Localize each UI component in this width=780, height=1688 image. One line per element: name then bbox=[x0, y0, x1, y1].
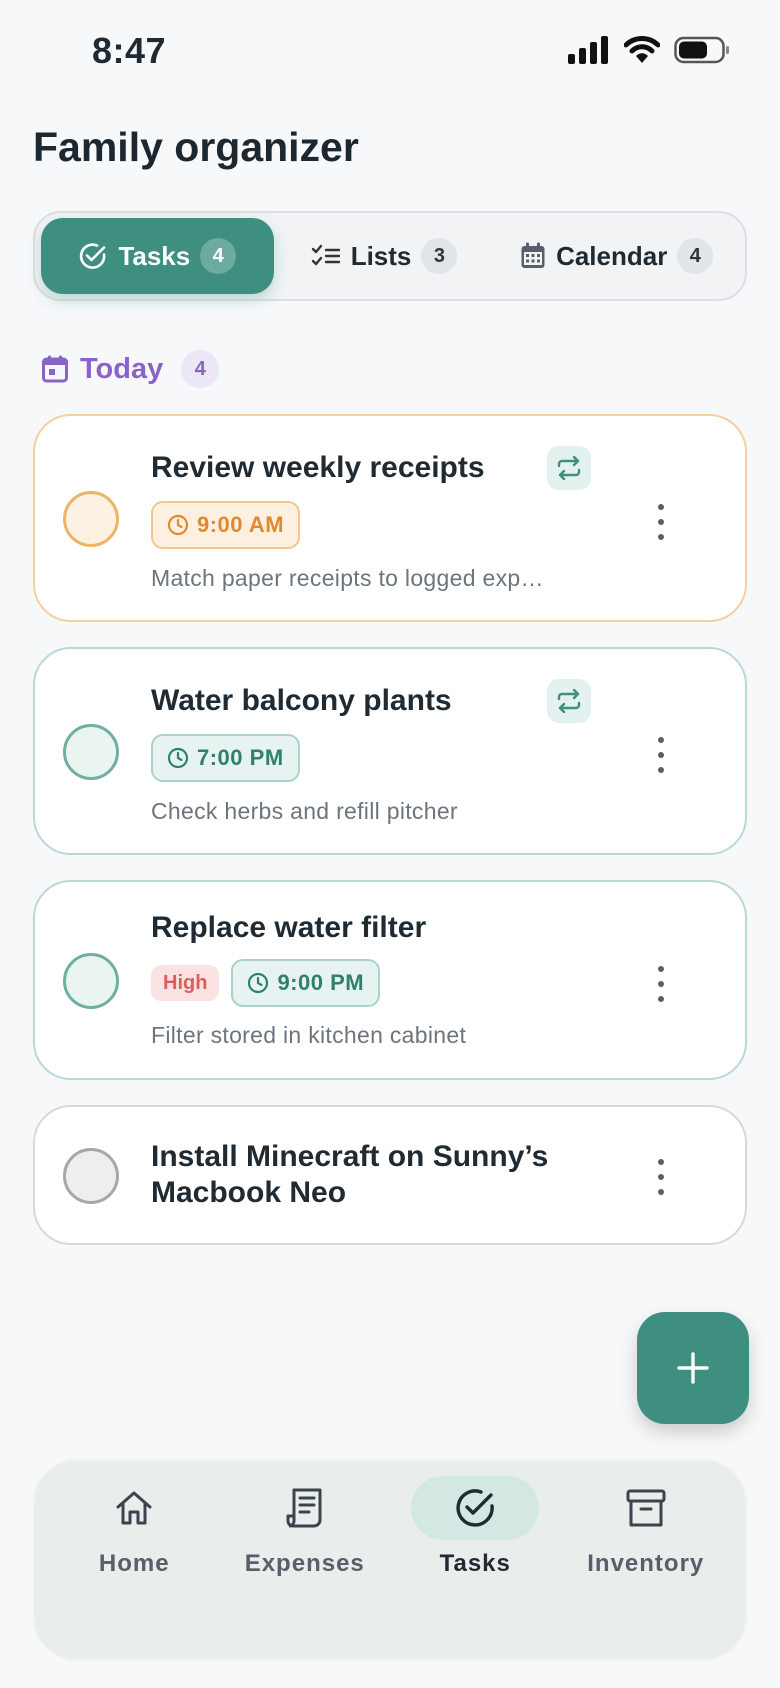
wifi-icon bbox=[624, 36, 660, 63]
repeat-badge bbox=[547, 446, 591, 490]
segment-calendar-label: Calendar bbox=[556, 240, 668, 271]
repeat-icon bbox=[557, 456, 581, 480]
check-circle-icon bbox=[80, 243, 106, 269]
task-card[interactable]: Review weekly receipts 9:00 AM Match pap… bbox=[33, 414, 747, 622]
task-note: Check herbs and refill pitcher bbox=[151, 798, 458, 824]
task-checkbox[interactable] bbox=[63, 491, 119, 547]
segment-lists-count: 3 bbox=[421, 238, 458, 274]
segment-calendar-count: 4 bbox=[677, 238, 714, 274]
home-icon bbox=[116, 1491, 152, 1525]
calendar-icon bbox=[521, 242, 545, 268]
receipt-icon bbox=[286, 1488, 322, 1528]
task-tags: 7:00 PM bbox=[151, 734, 300, 782]
repeat-badge bbox=[547, 679, 591, 723]
clock-icon bbox=[248, 972, 269, 994]
time-chip-label: 9:00 PM bbox=[277, 970, 365, 995]
tab-icon-wrap bbox=[241, 1476, 369, 1540]
section-header-today: Today 4 bbox=[42, 350, 220, 388]
tab-label: Tasks bbox=[439, 1550, 511, 1577]
task-title: Replace water filter bbox=[151, 911, 427, 944]
task-title: Install Minecraft on Sunny’s Macbook Neo bbox=[151, 1139, 548, 1211]
task-note: Match paper receipts to logged exp… bbox=[151, 565, 544, 591]
task-card[interactable]: Install Minecraft on Sunny’s Macbook Neo bbox=[33, 1105, 747, 1245]
task-checkbox[interactable] bbox=[63, 1148, 119, 1204]
task-tags: 9:00 AM bbox=[151, 501, 301, 549]
segment-tasks[interactable]: Tasks 4 bbox=[41, 218, 274, 294]
archive-box-icon bbox=[626, 1489, 666, 1527]
tab-label: Home bbox=[98, 1550, 170, 1577]
battery-icon bbox=[674, 36, 729, 64]
tab-expenses[interactable]: Expenses bbox=[225, 1461, 385, 1659]
segment-tasks-count: 4 bbox=[200, 238, 237, 274]
task-title: Water balcony plants bbox=[151, 684, 452, 717]
tab-home[interactable]: Home bbox=[54, 1461, 214, 1659]
add-task-button[interactable] bbox=[637, 1312, 749, 1424]
task-title-line: Macbook Neo bbox=[151, 1176, 347, 1209]
segment-lists-label: Lists bbox=[350, 240, 412, 271]
status-bar: 8:47 bbox=[0, 0, 780, 104]
time-chip-label: 7:00 PM bbox=[197, 745, 284, 770]
time-chip: 7:00 PM bbox=[151, 734, 300, 782]
time-chip: 9:00 PM bbox=[231, 959, 381, 1007]
task-title-line: Install Minecraft on Sunny’s bbox=[151, 1140, 549, 1173]
time-chip-label: 9:00 AM bbox=[197, 512, 285, 537]
tab-label: Inventory bbox=[587, 1550, 705, 1577]
task-checkbox[interactable] bbox=[63, 953, 119, 1009]
status-time: 8:47 bbox=[92, 30, 167, 71]
priority-badge: High bbox=[151, 965, 220, 1001]
task-card[interactable]: Water balcony plants 7:00 PM Check herbs… bbox=[33, 647, 747, 855]
time-chip: 9:00 AM bbox=[151, 501, 301, 549]
tab-icon-wrap bbox=[411, 1476, 540, 1540]
tab-tasks[interactable]: Tasks bbox=[395, 1461, 555, 1659]
checklist-icon bbox=[311, 244, 340, 266]
tab-inventory[interactable]: Inventory bbox=[566, 1461, 726, 1659]
cellular-signal-icon bbox=[568, 36, 608, 64]
segment-tasks-label: Tasks bbox=[118, 240, 191, 271]
task-title: Review weekly receipts bbox=[151, 451, 485, 484]
segment-calendar[interactable]: Calendar 4 bbox=[494, 218, 739, 294]
task-tags: High 9:00 PM bbox=[151, 959, 381, 1007]
task-note: Filter stored in kitchen cabinet bbox=[151, 1022, 467, 1048]
repeat-icon bbox=[557, 689, 581, 713]
tab-label: Expenses bbox=[244, 1550, 365, 1577]
bottom-tab-bar: Home Expenses Tasks Inventory bbox=[33, 1459, 747, 1661]
plus-icon bbox=[677, 1352, 709, 1384]
tab-icon-wrap bbox=[582, 1476, 710, 1540]
task-checkbox[interactable] bbox=[63, 724, 119, 780]
more-options-icon[interactable] bbox=[649, 737, 673, 773]
section-count: 4 bbox=[181, 350, 220, 388]
more-options-icon[interactable] bbox=[649, 966, 673, 1002]
page-title: Family organizer bbox=[33, 124, 359, 170]
segment-lists[interactable]: Lists 3 bbox=[274, 218, 495, 294]
calendar-icon bbox=[42, 355, 68, 383]
clock-icon bbox=[167, 514, 189, 536]
check-circle-icon bbox=[456, 1489, 495, 1527]
task-card[interactable]: Replace water filter High 9:00 PM Filter… bbox=[33, 880, 747, 1080]
section-label: Today bbox=[80, 352, 164, 385]
status-icons bbox=[568, 36, 730, 64]
more-options-icon[interactable] bbox=[649, 504, 673, 540]
clock-icon bbox=[167, 747, 189, 769]
more-options-icon[interactable] bbox=[649, 1159, 673, 1195]
tab-icon-wrap bbox=[70, 1476, 198, 1540]
view-segmented-control: Tasks 4 Lists 3 Calendar 4 bbox=[33, 211, 747, 301]
